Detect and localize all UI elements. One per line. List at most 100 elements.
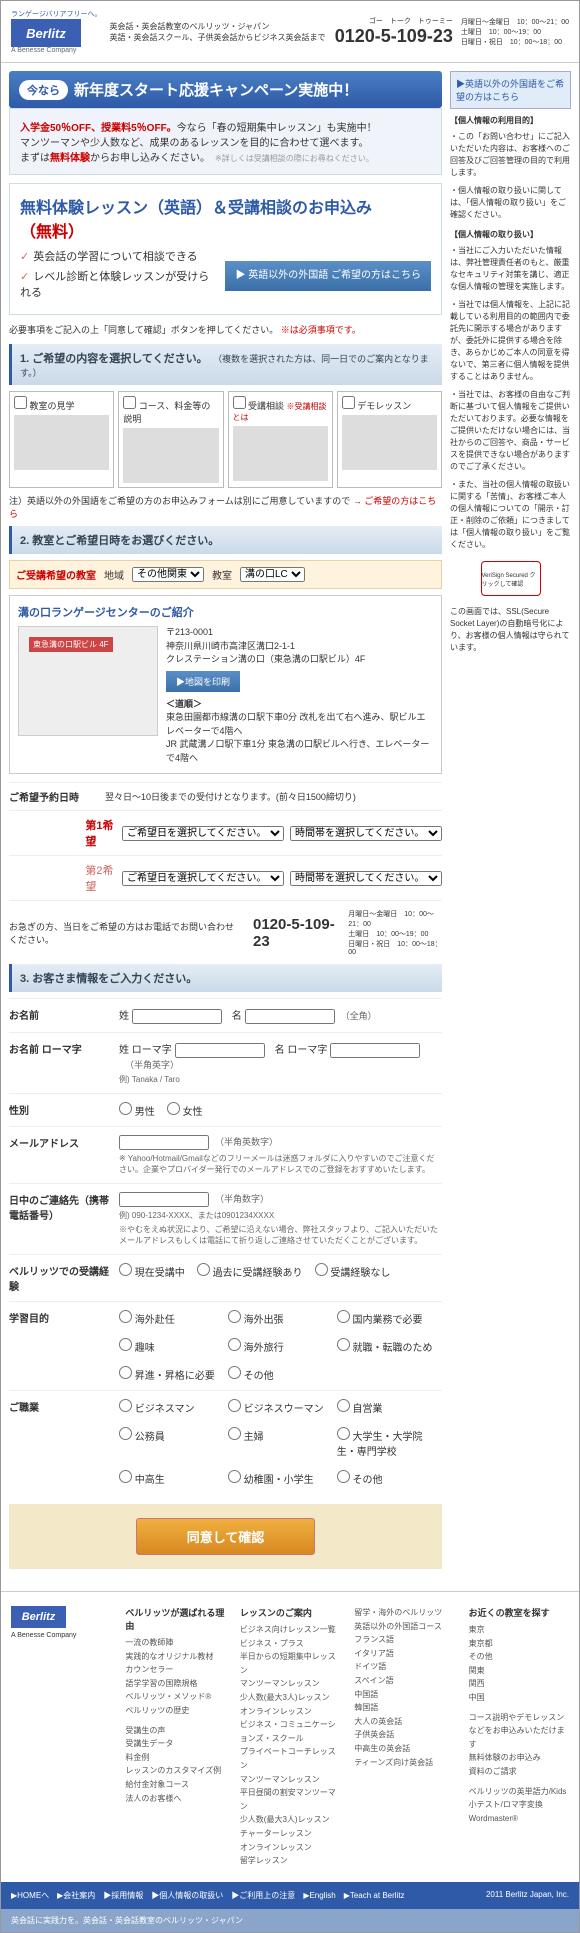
option-demo[interactable]: デモレッスン: [337, 391, 442, 488]
footer-link[interactable]: ベルリッツの英単語力/Kids小テスト/ロマ字変換: [469, 1785, 569, 1812]
footer-link[interactable]: 関東: [469, 1664, 569, 1678]
footer-link[interactable]: 英語以外の外国語コース: [354, 1620, 454, 1634]
footer-link[interactable]: 資料のご請求: [469, 1765, 569, 1779]
footer-link[interactable]: その他: [469, 1650, 569, 1664]
footer-link[interactable]: オンラインレッスン: [240, 1705, 340, 1719]
footer-link[interactable]: ティーンズ向け英会話: [354, 1756, 454, 1770]
footer-logo: Berlitz: [11, 1606, 66, 1628]
option-tour[interactable]: 教室の見学: [9, 391, 114, 488]
sei-input[interactable]: [132, 1009, 222, 1024]
footer-bar-link[interactable]: ▶採用情報: [103, 1891, 143, 1900]
footer-link[interactable]: スペイン語: [354, 1674, 454, 1688]
foreign-lang-note: 注）英語以外の外国語をご希望の方のお申込みフォームは別にご用意していますので →…: [9, 494, 442, 520]
verisign-seal[interactable]: VeriSign Secured クリックして確認: [481, 561, 541, 596]
footer-link[interactable]: Wordmaster®: [469, 1812, 569, 1826]
footer-link[interactable]: イタリア語: [354, 1647, 454, 1661]
footer-link[interactable]: ビジネス・コミュニケーションズ・スクール: [240, 1718, 340, 1745]
footer-link[interactable]: 関西: [469, 1677, 569, 1691]
promo-box: 入学金50％OFF、授業料5％OFF。今なら「春の短期集中レッスン」も実施中！ …: [9, 108, 442, 175]
school-select[interactable]: 溝の口LC: [240, 567, 305, 582]
footer-link[interactable]: 受講生の声: [125, 1724, 225, 1738]
schedule-label: ご希望予約日時: [9, 789, 99, 804]
footer-link[interactable]: 東京都: [469, 1637, 569, 1651]
submit-box: 同意して確認: [9, 1504, 442, 1569]
footer-link[interactable]: カウンセラー: [125, 1663, 225, 1677]
mei-roma-input[interactable]: [330, 1043, 420, 1058]
footer-link[interactable]: 料金例: [125, 1751, 225, 1765]
gender-female[interactable]: [167, 1102, 180, 1115]
footer-link[interactable]: 法人のお客様へ: [125, 1792, 225, 1806]
apply-box: 無料体験レッスン（英語）＆受講相談のお申込み（無料） 英会話の学習について相談で…: [9, 183, 442, 315]
footer-bar-link[interactable]: ▶会社案内: [57, 1891, 95, 1900]
footer-link[interactable]: 大人の英会話: [354, 1715, 454, 1729]
side-title: 【個人情報の取り扱い】: [450, 229, 571, 241]
footer-link[interactable]: マンツーマンレッスン: [240, 1773, 340, 1787]
footer-bar-link[interactable]: ▶HOMEへ: [11, 1891, 49, 1900]
phone-block: ゴー トーク トゥーミー 0120-5-109-23: [335, 16, 453, 47]
date2-select[interactable]: ご希望日を選択してください。: [122, 871, 284, 886]
footer-link[interactable]: ベルリッツ・メソッド®: [125, 1690, 225, 1704]
region-select[interactable]: その他関東: [132, 567, 204, 582]
time2-select[interactable]: 時間帯を選択してください。: [290, 871, 442, 886]
mei-input[interactable]: [245, 1009, 335, 1024]
footer-link[interactable]: プライベートコーチレッスン: [240, 1745, 340, 1772]
apply-title: 無料体験レッスン（英語）＆受講相談のお申込み（無料）: [20, 194, 431, 242]
gender-male[interactable]: [119, 1102, 132, 1115]
footer-link[interactable]: 無料体験のお申込み: [469, 1751, 569, 1765]
footer-link[interactable]: 給付金対象コース: [125, 1778, 225, 1792]
footer-links: Berlitz A Benesse Company ベルリッツが選ばれる理由一流…: [1, 1591, 579, 1882]
footer-link[interactable]: 中国: [469, 1691, 569, 1705]
footer-link[interactable]: 留学・海外のベルリッツ: [354, 1606, 454, 1620]
footer-link[interactable]: 語学学習の国際規格: [125, 1677, 225, 1691]
campaign-banner: 今なら 新年度スタート応援キャンペーン実施中！: [9, 71, 442, 108]
footer-link[interactable]: 中高生の英会話: [354, 1742, 454, 1756]
footer-link[interactable]: フランス語: [354, 1633, 454, 1647]
sidebar-foreign-link[interactable]: ▶英語以外の外国語をご希望の方はこちら: [450, 71, 571, 109]
footer-link[interactable]: 留学レッスン: [240, 1854, 340, 1868]
footer-bar-link[interactable]: ▶Teach at Berlitz: [344, 1891, 405, 1900]
option-consult[interactable]: 受講相談 ※受講相談とは: [228, 391, 333, 488]
footer-link[interactable]: コース説明やデモレッスンなどをお申込みいただけます: [469, 1711, 569, 1752]
footer-link[interactable]: 平日昼間の割安マンツーマン: [240, 1786, 340, 1813]
footer-link[interactable]: 少人数(最大3人)レッスン: [240, 1691, 340, 1705]
footer-link[interactable]: ベルリッツの歴史: [125, 1704, 225, 1718]
sei-roma-input[interactable]: [175, 1043, 265, 1058]
footer-link[interactable]: 中国語: [354, 1688, 454, 1702]
school-map: 東急溝の口駅ビル 4F: [18, 626, 158, 736]
footer-bar-link[interactable]: ▶ご利用上の注意: [231, 1891, 295, 1900]
footer-link[interactable]: 韓国語: [354, 1701, 454, 1715]
contact-text: お急ぎの方、当日をご希望の方はお電話でお問い合わせください。: [9, 920, 243, 946]
footer-link[interactable]: 受講生データ: [125, 1737, 225, 1751]
logo: Berlitz: [11, 19, 81, 47]
footer-link[interactable]: 一流の教師陣: [125, 1636, 225, 1650]
phone-input[interactable]: [119, 1192, 209, 1207]
footer-bar-link[interactable]: ▶個人情報の取扱い: [151, 1891, 223, 1900]
footer-link[interactable]: ドイツ語: [354, 1660, 454, 1674]
footer-link[interactable]: 少人数(最大3人)レッスン: [240, 1813, 340, 1827]
footer-link[interactable]: 半日からの短期集中レッスン: [240, 1650, 340, 1677]
time1-select[interactable]: 時間帯を選択してください。: [290, 826, 442, 841]
footer-link[interactable]: オンラインレッスン: [240, 1841, 340, 1855]
section-1-title: 1. ご希望の内容を選択してください。（複数を選択された方は、同一日でのご案内と…: [9, 344, 442, 385]
footer-link[interactable]: 実践的なオリジナル教材: [125, 1650, 225, 1664]
section-2-title: 2. 教室とご希望日時をお選びください。: [9, 526, 442, 554]
footer-link[interactable]: ビジネス・プラス: [240, 1637, 340, 1651]
logo-sub: A Benesse Company: [11, 47, 101, 54]
footer-link[interactable]: レッスンのカスタマイズ例: [125, 1764, 225, 1778]
footer-link[interactable]: 東京: [469, 1623, 569, 1637]
footer-link[interactable]: チャーターレッスン: [240, 1827, 340, 1841]
option-course[interactable]: コース、料金等の説明: [118, 391, 223, 488]
header-text: 英会話・英会話教室のベルリッツ・ジャパン 英語・英会話スクール、子供英会話からビ…: [109, 21, 326, 43]
footer-link[interactable]: ビジネス向けレッスン一覧: [240, 1623, 340, 1637]
footer-link[interactable]: マンツーマンレッスン: [240, 1677, 340, 1691]
submit-button[interactable]: 同意して確認: [136, 1518, 316, 1555]
required-note: 必要事項をご記入の上「同意して確認」ボタンを押してください。 ※は必須事項です。: [9, 323, 442, 336]
purpose-radios: 海外赴任 海外出張 国内業務で必要 趣味 海外旅行 就職・転職のため 昇進・昇格…: [119, 1310, 442, 1382]
footer-bar-link[interactable]: ▶English: [303, 1891, 335, 1900]
foreign-lang-button[interactable]: ▶ 英語以外の外国語 ご希望の方はこちら: [225, 261, 431, 291]
date1-select[interactable]: ご希望日を選択してください。: [122, 826, 284, 841]
section-3-title: 3. お客さま情報をご入力ください。: [9, 964, 442, 992]
email-input[interactable]: [119, 1135, 209, 1150]
print-map-button[interactable]: ▶地図を印刷: [166, 671, 240, 692]
footer-link[interactable]: 子供英会話: [354, 1728, 454, 1742]
